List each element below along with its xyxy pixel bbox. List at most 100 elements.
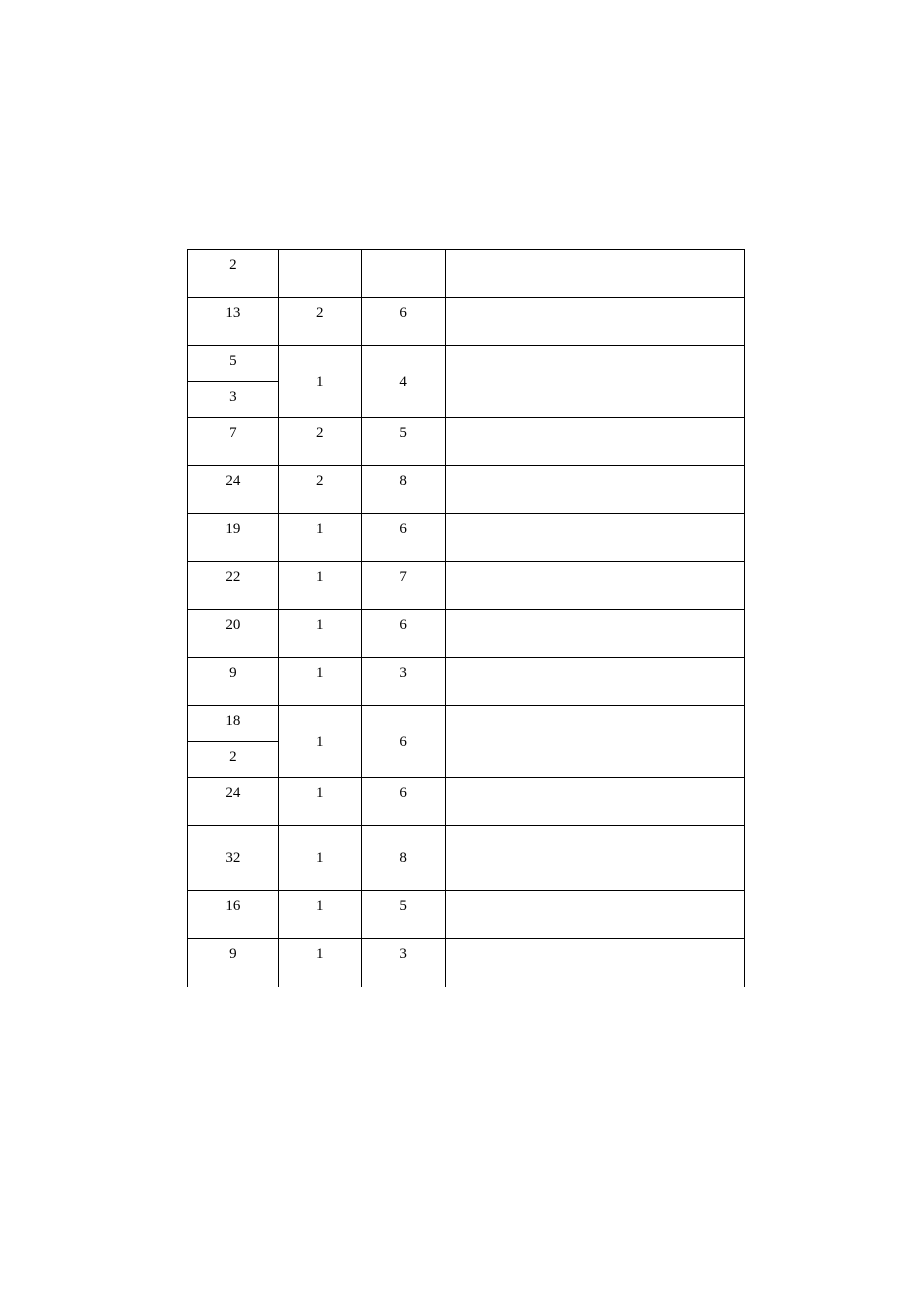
cell-value: 9 — [229, 946, 237, 963]
cell-c4 — [445, 891, 744, 939]
cell-c4 — [445, 939, 744, 987]
cell-value: 1 — [316, 617, 324, 634]
cell-c2: 1 — [278, 939, 361, 987]
cell-value: 1 — [316, 665, 324, 682]
cell-c4 — [445, 658, 744, 706]
cell-value: 16 — [225, 898, 240, 915]
cell-value: 1 — [316, 374, 324, 391]
cell-c4 — [445, 706, 744, 778]
cell-c1: 9 — [188, 939, 279, 987]
cell-c1: 18 — [188, 706, 279, 742]
cell-value: 1 — [316, 785, 324, 802]
table-row: 16 1 5 — [188, 891, 745, 939]
cell-c3: 3 — [361, 939, 445, 987]
cell-value: 7 — [399, 569, 407, 586]
table-row: 9 1 3 — [188, 658, 745, 706]
cell-c2: 2 — [278, 298, 361, 346]
cell-c1: 13 — [188, 298, 279, 346]
cell-c3: 6 — [361, 610, 445, 658]
cell-value: 1 — [316, 850, 324, 867]
cell-value: 2 — [316, 305, 324, 322]
cell-value: 3 — [399, 946, 407, 963]
cell-value: 1 — [316, 569, 324, 586]
cell-value: 1 — [316, 898, 324, 915]
cell-value: 5 — [399, 898, 407, 915]
cell-c4 — [445, 346, 744, 418]
table-row: 32 1 8 — [188, 826, 745, 891]
cell-value: 6 — [399, 617, 407, 634]
cell-value: 8 — [399, 850, 407, 867]
data-table-wrapper: 2 13 2 6 5 1 4 3 7 2 5 — [187, 249, 745, 987]
table-row: 22 1 7 — [188, 562, 745, 610]
cell-value: 19 — [225, 521, 240, 538]
cell-c1: 7 — [188, 418, 279, 466]
table-row: 24 1 6 — [188, 778, 745, 826]
cell-value: 6 — [399, 521, 407, 538]
cell-c4 — [445, 610, 744, 658]
cell-c4 — [445, 418, 744, 466]
cell-c3: 6 — [361, 778, 445, 826]
cell-c3: 8 — [361, 466, 445, 514]
cell-value: 18 — [225, 713, 240, 730]
cell-value: 8 — [399, 473, 407, 490]
cell-c4 — [445, 826, 744, 891]
cell-value: 24 — [225, 785, 240, 802]
cell-c1: 2 — [188, 742, 279, 778]
cell-value: 2 — [316, 425, 324, 442]
cell-value: 32 — [225, 850, 240, 867]
cell-value: 6 — [399, 305, 407, 322]
cell-value: 6 — [399, 785, 407, 802]
cell-c2: 1 — [278, 562, 361, 610]
cell-c3: 6 — [361, 514, 445, 562]
cell-c2: 1 — [278, 658, 361, 706]
cell-c1: 3 — [188, 382, 279, 418]
cell-c3: 7 — [361, 562, 445, 610]
cell-c3 — [361, 250, 445, 298]
cell-value: 5 — [399, 425, 407, 442]
cell-c4 — [445, 298, 744, 346]
table-row: 24 2 8 — [188, 466, 745, 514]
cell-c2: 1 — [278, 778, 361, 826]
table-row: 20 1 6 — [188, 610, 745, 658]
cell-c2: 2 — [278, 466, 361, 514]
table-row: 7 2 5 — [188, 418, 745, 466]
cell-c2: 1 — [278, 826, 361, 891]
cell-c1: 19 — [188, 514, 279, 562]
cell-c2-merged: 1 — [278, 346, 361, 418]
cell-c4 — [445, 514, 744, 562]
cell-c1: 22 — [188, 562, 279, 610]
cell-c1: 24 — [188, 778, 279, 826]
cell-value: 7 — [229, 425, 237, 442]
cell-c2: 2 — [278, 418, 361, 466]
table-row: 2 — [188, 250, 745, 298]
cell-value: 4 — [399, 374, 407, 391]
cell-value: 20 — [225, 617, 240, 634]
cell-c3-merged: 6 — [361, 706, 445, 778]
table-row: 19 1 6 — [188, 514, 745, 562]
cell-c3: 6 — [361, 298, 445, 346]
table-row: 18 1 6 — [188, 706, 745, 742]
table-row: 13 2 6 — [188, 298, 745, 346]
cell-c1: 9 — [188, 658, 279, 706]
cell-value: 5 — [229, 353, 237, 370]
cell-value: 2 — [316, 473, 324, 490]
cell-c3: 5 — [361, 891, 445, 939]
cell-c2: 1 — [278, 891, 361, 939]
cell-c4 — [445, 562, 744, 610]
cell-value: 6 — [399, 734, 407, 751]
cell-c2 — [278, 250, 361, 298]
cell-value: 24 — [225, 473, 240, 490]
cell-c1: 16 — [188, 891, 279, 939]
cell-c4 — [445, 250, 744, 298]
cell-c1: 20 — [188, 610, 279, 658]
cell-value: 2 — [229, 749, 237, 766]
cell-c2: 1 — [278, 610, 361, 658]
table-row: 5 1 4 — [188, 346, 745, 382]
cell-value: 3 — [399, 665, 407, 682]
cell-c1: 24 — [188, 466, 279, 514]
cell-c4 — [445, 778, 744, 826]
cell-c1: 2 — [188, 250, 279, 298]
cell-c3: 5 — [361, 418, 445, 466]
cell-value: 1 — [316, 946, 324, 963]
cell-c1: 5 — [188, 346, 279, 382]
